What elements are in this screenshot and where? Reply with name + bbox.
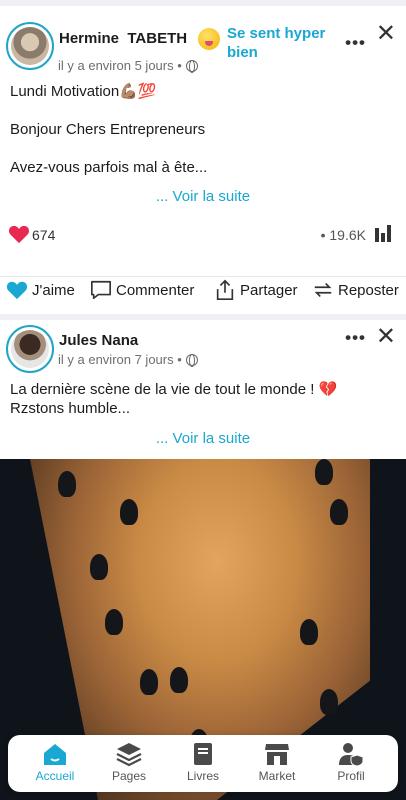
feeling-text: Se sent hyper bien bbox=[227, 25, 326, 61]
post-text: Lundi Motivation💪🏽💯 Bonjour Chers Entrep… bbox=[10, 83, 208, 176]
repost-icon bbox=[314, 282, 332, 298]
post-card: Jules Nana il y a environ 7 jours • ••• … bbox=[0, 320, 406, 800]
post-meta: il y a environ 5 jours • bbox=[58, 58, 198, 73]
nav-home-label: Accueil bbox=[35, 769, 75, 783]
feeling-emoji-icon bbox=[198, 28, 220, 50]
repost-button[interactable]: Reposter bbox=[312, 279, 399, 301]
like-button[interactable]: J'aime bbox=[6, 279, 75, 301]
repost-label: Reposter bbox=[338, 281, 399, 299]
nav-books[interactable]: Livres bbox=[168, 741, 238, 783]
post-time: il y a environ 5 jours • bbox=[58, 58, 182, 73]
nav-market-label: Market bbox=[258, 769, 296, 783]
comment-button[interactable]: Commenter bbox=[90, 279, 194, 301]
more-options-icon[interactable]: ••• bbox=[345, 33, 366, 53]
close-icon[interactable]: ✕ bbox=[376, 325, 396, 349]
book-icon bbox=[194, 743, 212, 765]
layers-icon bbox=[116, 743, 142, 767]
comment-label: Commenter bbox=[116, 281, 195, 299]
author-name[interactable]: Jules Nana bbox=[59, 332, 138, 349]
share-button[interactable]: Partager bbox=[214, 279, 298, 301]
see-more-link[interactable]: ... Voir la suite bbox=[0, 430, 406, 447]
globe-icon bbox=[185, 353, 198, 367]
nav-pages-label: Pages bbox=[111, 769, 147, 783]
heart-reaction-icon[interactable] bbox=[8, 224, 30, 244]
author-name[interactable]: Hermine TABETH bbox=[59, 30, 187, 47]
stats-bars-icon[interactable] bbox=[374, 224, 392, 242]
like-count[interactable]: 674 bbox=[32, 227, 55, 243]
nav-profile-label: Profil bbox=[337, 769, 365, 783]
profile-shield-icon bbox=[339, 743, 364, 767]
more-options-icon[interactable]: ••• bbox=[345, 328, 366, 348]
store-icon bbox=[265, 744, 289, 765]
post-stats: 674 • 19.6K bbox=[0, 221, 406, 251]
post-time: il y a environ 7 jours • bbox=[58, 352, 182, 367]
post-card: Hermine TABETH Se sent hyper bien il y a… bbox=[0, 6, 406, 314]
share-label: Partager bbox=[240, 281, 298, 299]
comment-icon bbox=[91, 280, 111, 300]
post-header: Hermine TABETH Se sent hyper bien il y a… bbox=[0, 6, 406, 76]
nav-books-label: Livres bbox=[186, 769, 219, 783]
like-label: J'aime bbox=[32, 281, 75, 299]
avatar[interactable] bbox=[6, 22, 54, 70]
share-icon bbox=[216, 279, 234, 300]
close-icon[interactable]: ✕ bbox=[376, 22, 396, 46]
globe-icon bbox=[185, 59, 198, 73]
nav-market[interactable]: Market bbox=[242, 741, 312, 783]
post-actions: J'aime Commenter Partager Reposter bbox=[0, 276, 406, 304]
see-more-link[interactable]: ... Voir la suite bbox=[0, 188, 406, 205]
nav-profile[interactable]: Profil bbox=[316, 741, 386, 783]
post-meta: il y a environ 7 jours • bbox=[58, 352, 198, 367]
view-count: • 19.6K bbox=[320, 227, 366, 243]
post-text: La dernière scène de la vie de tout le m… bbox=[10, 381, 338, 417]
bottom-navigation: Accueil Pages Livres Market Profil bbox=[8, 735, 398, 792]
home-icon bbox=[44, 744, 66, 765]
avatar[interactable] bbox=[6, 325, 54, 373]
nav-home[interactable]: Accueil bbox=[20, 741, 90, 783]
nav-pages[interactable]: Pages bbox=[94, 741, 164, 783]
heart-icon bbox=[6, 281, 28, 300]
